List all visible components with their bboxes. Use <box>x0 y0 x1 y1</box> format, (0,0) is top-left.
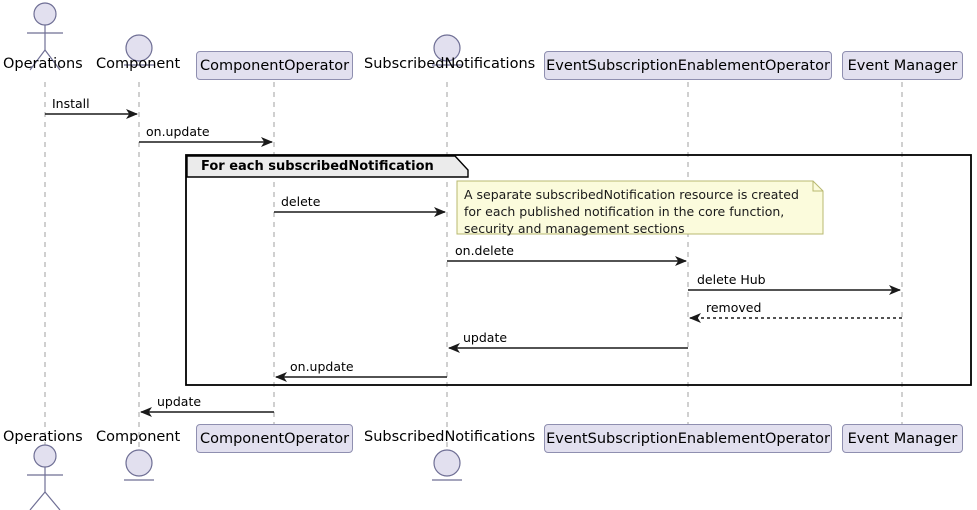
message-label-update-1: update <box>463 330 508 345</box>
participant-box-event-subscription-enablement-operator-top[interactable]: EventSubscriptionEnablementOperator <box>544 51 832 80</box>
message-label-delete-hub: delete Hub <box>697 272 766 287</box>
loop-frame-label: For each subscribedNotification <box>201 159 434 174</box>
message-label-on-update-2: on.update <box>290 359 354 374</box>
participant-label-subscribed-notifications-bottom: SubscribedNotifications <box>364 429 536 445</box>
participant-label-component-top: Component <box>96 56 181 72</box>
entity-component-bottom <box>124 449 154 481</box>
message-label-update-2: update <box>157 394 202 409</box>
message-label-delete: delete <box>281 194 321 209</box>
message-label-on-delete: on.delete <box>455 243 514 258</box>
participant-box-event-subscription-enablement-operator-bottom[interactable]: EventSubscriptionEnablementOperator <box>544 424 832 453</box>
participant-box-event-manager-bottom[interactable]: Event Manager <box>842 424 963 453</box>
participant-box-component-operator-top[interactable]: ComponentOperator <box>196 51 353 80</box>
participant-box-component-operator-bottom[interactable]: ComponentOperator <box>196 424 353 453</box>
note-text: A separate subscribedNotification resour… <box>464 187 799 236</box>
participant-label-component-bottom: Component <box>96 429 181 445</box>
participant-label-operations-top: Operations <box>3 56 83 72</box>
participant-box-event-manager-top[interactable]: Event Manager <box>842 51 963 80</box>
message-label-install: Install <box>52 96 90 111</box>
actor-operations-bottom <box>27 444 63 510</box>
participant-label-subscribed-notifications-top: SubscribedNotifications <box>364 56 536 72</box>
sequence-diagram-canvas: Operations Component ComponentOperator S… <box>0 0 977 510</box>
participant-label-operations-bottom: Operations <box>3 429 83 445</box>
message-arrows <box>45 109 902 417</box>
entity-subscribed-notifications-bottom <box>432 449 462 481</box>
message-label-removed: removed <box>706 300 762 315</box>
message-label-on-update-1: on.update <box>146 124 210 139</box>
